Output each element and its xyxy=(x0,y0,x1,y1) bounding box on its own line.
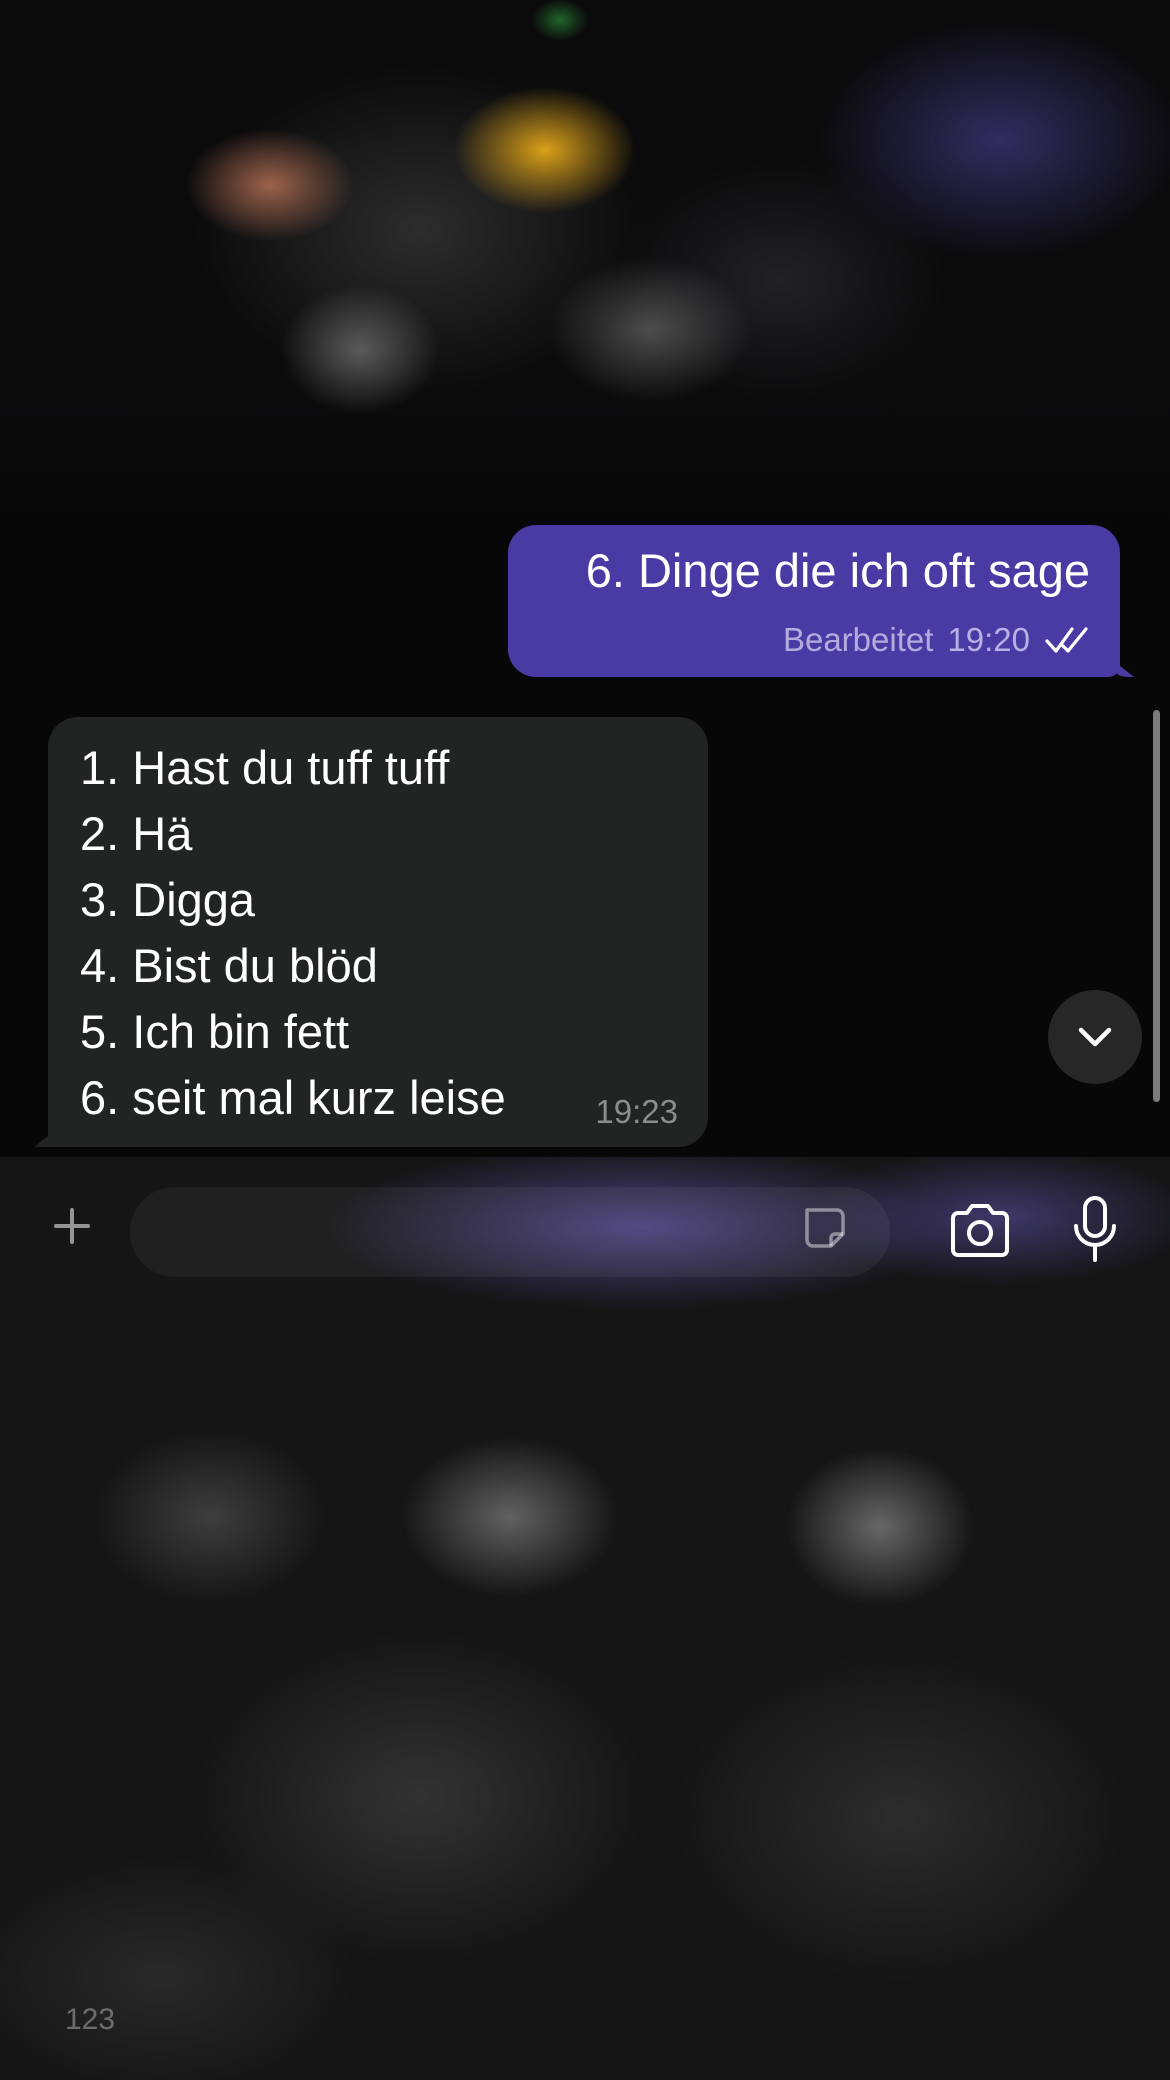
camera-button[interactable] xyxy=(944,1198,1016,1262)
message-line: 2. Hä xyxy=(80,807,193,860)
keyboard-mode-key[interactable]: 123 xyxy=(40,1990,140,2050)
double-check-icon xyxy=(1045,627,1088,653)
chevron-down-icon xyxy=(1078,1027,1112,1047)
chat-screen: 6. Dinge die ich oft sage Bearbeitet 19:… xyxy=(0,0,1170,2080)
microphone-icon xyxy=(1074,1196,1116,1262)
voice-message-button[interactable] xyxy=(1070,1194,1120,1266)
scroll-to-bottom-button[interactable] xyxy=(1048,990,1142,1084)
sticker-icon xyxy=(805,1208,845,1248)
message-line: 5. Ich bin fett xyxy=(80,1005,350,1058)
outgoing-message-bubble[interactable]: 6. Dinge die ich oft sage Bearbeitet 19:… xyxy=(508,525,1120,677)
message-line: 4. Bist du blöd xyxy=(80,939,378,992)
edited-label: Bearbeitet xyxy=(782,621,934,658)
message-line: 6. seit mal kurz leise xyxy=(80,1071,506,1124)
attach-button[interactable] xyxy=(44,1198,100,1254)
message-text: 6. Dinge die ich oft sage xyxy=(585,544,1090,597)
chat-wallpaper xyxy=(0,0,1170,520)
message-line: 3. Digga xyxy=(80,873,256,926)
message-line: 1. Hast du tuff tuff xyxy=(80,741,450,794)
message-meta: Bearbeitet 19:20 xyxy=(783,621,1092,659)
message-input[interactable] xyxy=(130,1187,890,1277)
message-time: 19:20 xyxy=(947,621,1030,658)
message-time: 19:23 xyxy=(595,1093,678,1130)
plus-icon xyxy=(54,1208,90,1244)
chat-scrollbar[interactable] xyxy=(1153,710,1160,1102)
keyboard xyxy=(0,1310,1170,2080)
incoming-message-bubble[interactable]: 1. Hast du tuff tuff 2. Hä 3. Digga 4. B… xyxy=(48,717,708,1147)
sticker-button[interactable] xyxy=(795,1198,855,1258)
camera-icon xyxy=(951,1204,1009,1257)
